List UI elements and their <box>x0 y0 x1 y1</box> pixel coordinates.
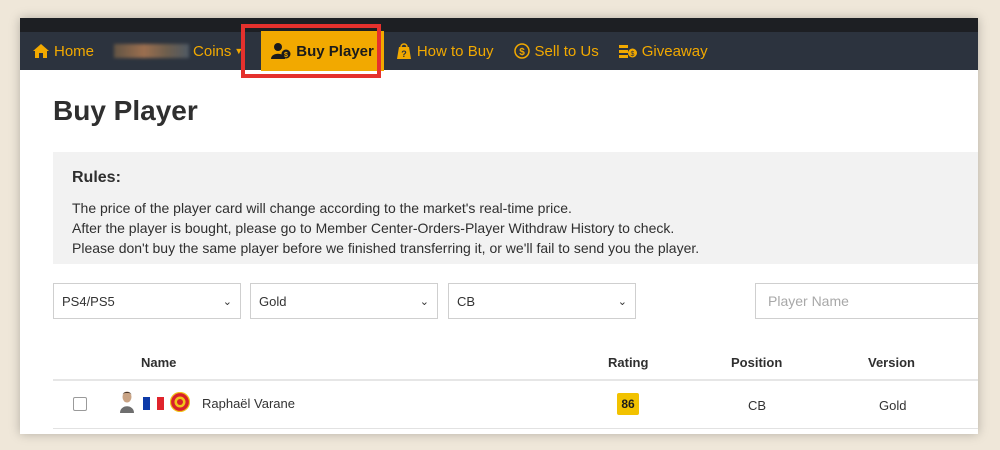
blurred-logo <box>114 44 190 58</box>
player-position: CB <box>748 398 767 413</box>
chevron-down-icon: ⌄ <box>419 295 429 308</box>
player-rating-badge: 86 <box>617 393 639 415</box>
chevron-down-icon: ⌄ <box>617 295 627 308</box>
column-header-name: Name <box>141 355 177 370</box>
svg-text:$: $ <box>284 52 288 59</box>
platform-select[interactable]: PS4/PS5 ⌄ <box>53 283 241 319</box>
main-nav: Home Coins ▼ $ Buy Player ? How to Buy $… <box>20 31 978 71</box>
chevron-down-icon: ⌄ <box>222 295 232 308</box>
nav-how-to-buy-label: How to Buy <box>416 42 494 60</box>
top-strip <box>20 18 978 32</box>
position-select[interactable]: CB ⌄ <box>448 283 636 319</box>
nav-giveaway-label: Giveaway <box>641 42 708 60</box>
coins-stack-icon: $ <box>618 44 637 58</box>
rules-title: Rules: <box>72 169 121 186</box>
column-header-position: Position <box>731 355 783 370</box>
chevron-down-icon: ▼ <box>234 46 244 56</box>
svg-text:$: $ <box>630 51 634 58</box>
player-name-search-input[interactable] <box>755 283 978 319</box>
user-coin-icon: $ <box>271 43 291 59</box>
dollar-circle-icon: $ <box>513 43 530 59</box>
nav-coins[interactable]: Coins ▼ <box>104 32 253 70</box>
player-name[interactable]: Raphaël Varane <box>202 396 295 411</box>
nav-buy-player-label: Buy Player <box>296 42 374 60</box>
column-header-version: Version <box>868 355 915 370</box>
rules-panel: Rules: The price of the player card will… <box>53 152 978 264</box>
nav-how-to-buy[interactable]: ? How to Buy <box>386 32 504 70</box>
nav-buy-player[interactable]: $ Buy Player <box>261 31 384 71</box>
quality-select-value: Gold <box>259 293 287 309</box>
nav-giveaway[interactable]: $ Giveaway <box>609 32 718 70</box>
nav-home-label: Home <box>54 42 95 60</box>
page-title: Buy Player <box>53 95 198 126</box>
svg-text:$: $ <box>519 47 525 58</box>
rules-line-2: After the player is bought, please go to… <box>72 220 675 236</box>
browser-content: Home Coins ▼ $ Buy Player ? How to Buy $… <box>20 18 978 434</box>
nav-sell-to-us-label: Sell to Us <box>534 42 599 60</box>
platform-select-value: PS4/PS5 <box>62 293 115 309</box>
nation-flag-france <box>143 397 164 410</box>
question-bag-icon: ? <box>396 43 412 59</box>
nav-sell-to-us[interactable]: $ Sell to Us <box>504 32 609 70</box>
svg-text:?: ? <box>401 49 407 59</box>
rules-line-3: Please don't buy the same player before … <box>72 240 700 256</box>
player-version: Gold <box>879 398 907 413</box>
table-row-divider <box>53 428 978 429</box>
rules-line-1: The price of the player card will change… <box>72 200 572 216</box>
quality-select[interactable]: Gold ⌄ <box>250 283 438 319</box>
nav-coins-label: Coins <box>193 42 232 60</box>
table-header-divider <box>53 379 978 381</box>
club-badge-manchester-united <box>169 391 191 417</box>
player-avatar <box>120 391 134 418</box>
home-icon <box>33 44 49 58</box>
nav-home[interactable]: Home <box>20 32 104 70</box>
position-select-value: CB <box>457 293 476 309</box>
row-select-checkbox[interactable] <box>73 397 87 411</box>
column-header-rating: Rating <box>608 355 649 370</box>
